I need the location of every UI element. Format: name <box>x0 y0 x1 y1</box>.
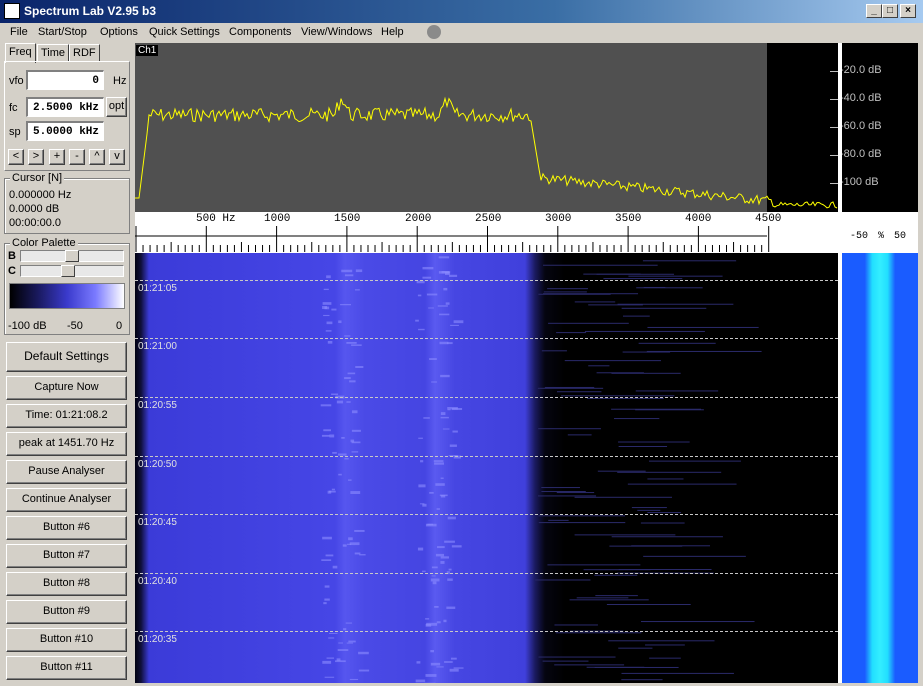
time-gridline <box>135 280 838 281</box>
button-10[interactable]: Button #10 <box>6 628 127 652</box>
db-label: -20.0 dB <box>840 64 882 76</box>
brightness-label: B <box>8 250 16 262</box>
palette-mid-label: -50 <box>67 320 83 332</box>
app-icon[interactable] <box>4 3 20 19</box>
waterfall-time: 01:20:50 <box>138 459 177 470</box>
time-gridline <box>135 338 838 339</box>
db-label: -60.0 dB <box>840 120 882 132</box>
contrast-slider[interactable] <box>20 265 124 277</box>
menu-help[interactable]: Help <box>381 26 404 38</box>
db-label: -80.0 dB <box>840 148 882 160</box>
cursor-time: 00:00:00.0 <box>9 217 61 229</box>
db-tick <box>830 155 838 156</box>
freq-label-4000: 4000 <box>685 213 712 225</box>
freq-label-3500: 3500 <box>615 213 642 225</box>
waterfall-time: 01:20:40 <box>138 576 177 587</box>
level-history-display <box>842 253 918 683</box>
menu-view-windows[interactable]: View/Windows <box>301 26 372 38</box>
button-6[interactable]: Button #6 <box>6 516 127 540</box>
fc-label: fc <box>9 102 18 114</box>
db-tick <box>830 127 838 128</box>
default-settings-button[interactable]: Default Settings <box>6 342 127 372</box>
fc-input[interactable]: 2.5000 kHz <box>26 97 104 117</box>
button-8[interactable]: Button #8 <box>6 572 127 596</box>
tab-time[interactable]: Time <box>37 44 69 62</box>
freq-label-3000: 3000 <box>545 213 572 225</box>
freq-down-button[interactable]: v <box>109 149 125 165</box>
vfo-input[interactable]: 0 <box>26 70 104 90</box>
time-button[interactable]: Time: 01:21:08.2 <box>6 404 127 428</box>
contrast-label: C <box>8 265 16 277</box>
sp-label: sp <box>9 126 21 138</box>
time-gridline <box>135 631 838 632</box>
db-label: -40.0 dB <box>840 92 882 104</box>
time-gridline <box>135 456 838 457</box>
palette-gradient <box>9 283 125 309</box>
time-gridline <box>135 573 838 574</box>
opt-button[interactable]: opt <box>106 97 127 117</box>
capture-now-button[interactable]: Capture Now <box>6 376 127 400</box>
waterfall-texture <box>320 256 762 683</box>
button-7[interactable]: Button #7 <box>6 544 127 568</box>
pause-analyser-button[interactable]: Pause Analyser <box>6 460 127 484</box>
freq-label-500: 500 Hz <box>196 213 236 225</box>
waterfall-time: 01:21:00 <box>138 341 177 352</box>
peak-button[interactable]: peak at 1451.70 Hz <box>6 432 127 456</box>
button-9[interactable]: Button #9 <box>6 600 127 624</box>
button-11[interactable]: Button #11 <box>6 656 127 680</box>
brightness-thumb[interactable] <box>65 250 79 262</box>
palette-min-label: -100 dB <box>8 320 47 332</box>
time-gridline <box>135 397 838 398</box>
close-button[interactable]: × <box>900 4 916 18</box>
waterfall-time: 01:20:35 <box>138 634 177 645</box>
channel-label: Ch1 <box>136 45 159 56</box>
freq-label-4500: 4500 <box>755 213 782 225</box>
menu-options[interactable]: Options <box>100 26 138 38</box>
brightness-slider[interactable] <box>20 250 124 262</box>
cursor-level: 0.0000 dB <box>9 203 60 215</box>
db-tick <box>830 183 838 184</box>
db-label: -100 dB <box>840 176 879 188</box>
pct-label-min: -50 <box>850 231 869 242</box>
cursor-freq: 0.000000 Hz <box>9 189 72 201</box>
cursor-title: Cursor [N] <box>10 172 65 184</box>
vfo-unit: Hz <box>113 75 127 87</box>
title-bar: Spectrum Lab V2.95 b3 _ □ × <box>0 0 923 23</box>
freq-right-button[interactable]: > <box>28 149 44 165</box>
sp-input[interactable]: 5.0000 kHz <box>26 121 104 141</box>
waterfall-time: 01:20:55 <box>138 400 177 411</box>
freq-plus-button[interactable]: + <box>49 149 65 165</box>
color-palette-title: Color Palette <box>10 237 78 249</box>
db-tick <box>830 71 838 72</box>
spectrum-trace <box>135 96 838 209</box>
menu-start-stop[interactable]: Start/Stop <box>38 26 87 38</box>
freq-left-button[interactable]: < <box>8 149 24 165</box>
window-title: Spectrum Lab V2.95 b3 <box>24 4 157 18</box>
vfo-label: vfo <box>9 75 24 87</box>
menu-quick-settings[interactable]: Quick Settings <box>149 26 220 38</box>
menu-bar: File Start/Stop Options Quick Settings C… <box>0 23 923 42</box>
pct-label-max: 50 <box>894 231 907 242</box>
menu-components[interactable]: Components <box>229 26 291 38</box>
tab-rdf[interactable]: RDF <box>69 44 100 62</box>
palette-max-label: 0 <box>116 320 123 332</box>
waterfall-time: 01:20:45 <box>138 517 177 528</box>
minimize-button[interactable]: _ <box>866 4 882 18</box>
time-gridline <box>135 514 838 515</box>
continue-analyser-button[interactable]: Continue Analyser <box>6 488 127 512</box>
pct-label-unit: % <box>878 231 885 242</box>
status-indicator-icon <box>427 25 441 39</box>
db-tick <box>830 99 838 100</box>
freq-label-1000: 1000 <box>264 213 291 225</box>
maximize-button[interactable]: □ <box>882 4 898 18</box>
freq-up-button[interactable]: ^ <box>89 149 105 165</box>
freq-label-2000: 2000 <box>405 213 432 225</box>
waterfall-time: 01:21:05 <box>138 283 177 294</box>
freq-label-1500: 1500 <box>334 213 361 225</box>
menu-file[interactable]: File <box>10 26 28 38</box>
tab-freq[interactable]: Freq <box>5 43 36 63</box>
contrast-thumb[interactable] <box>61 265 75 277</box>
freq-label-2500: 2500 <box>475 213 502 225</box>
freq-minus-button[interactable]: - <box>69 149 85 165</box>
